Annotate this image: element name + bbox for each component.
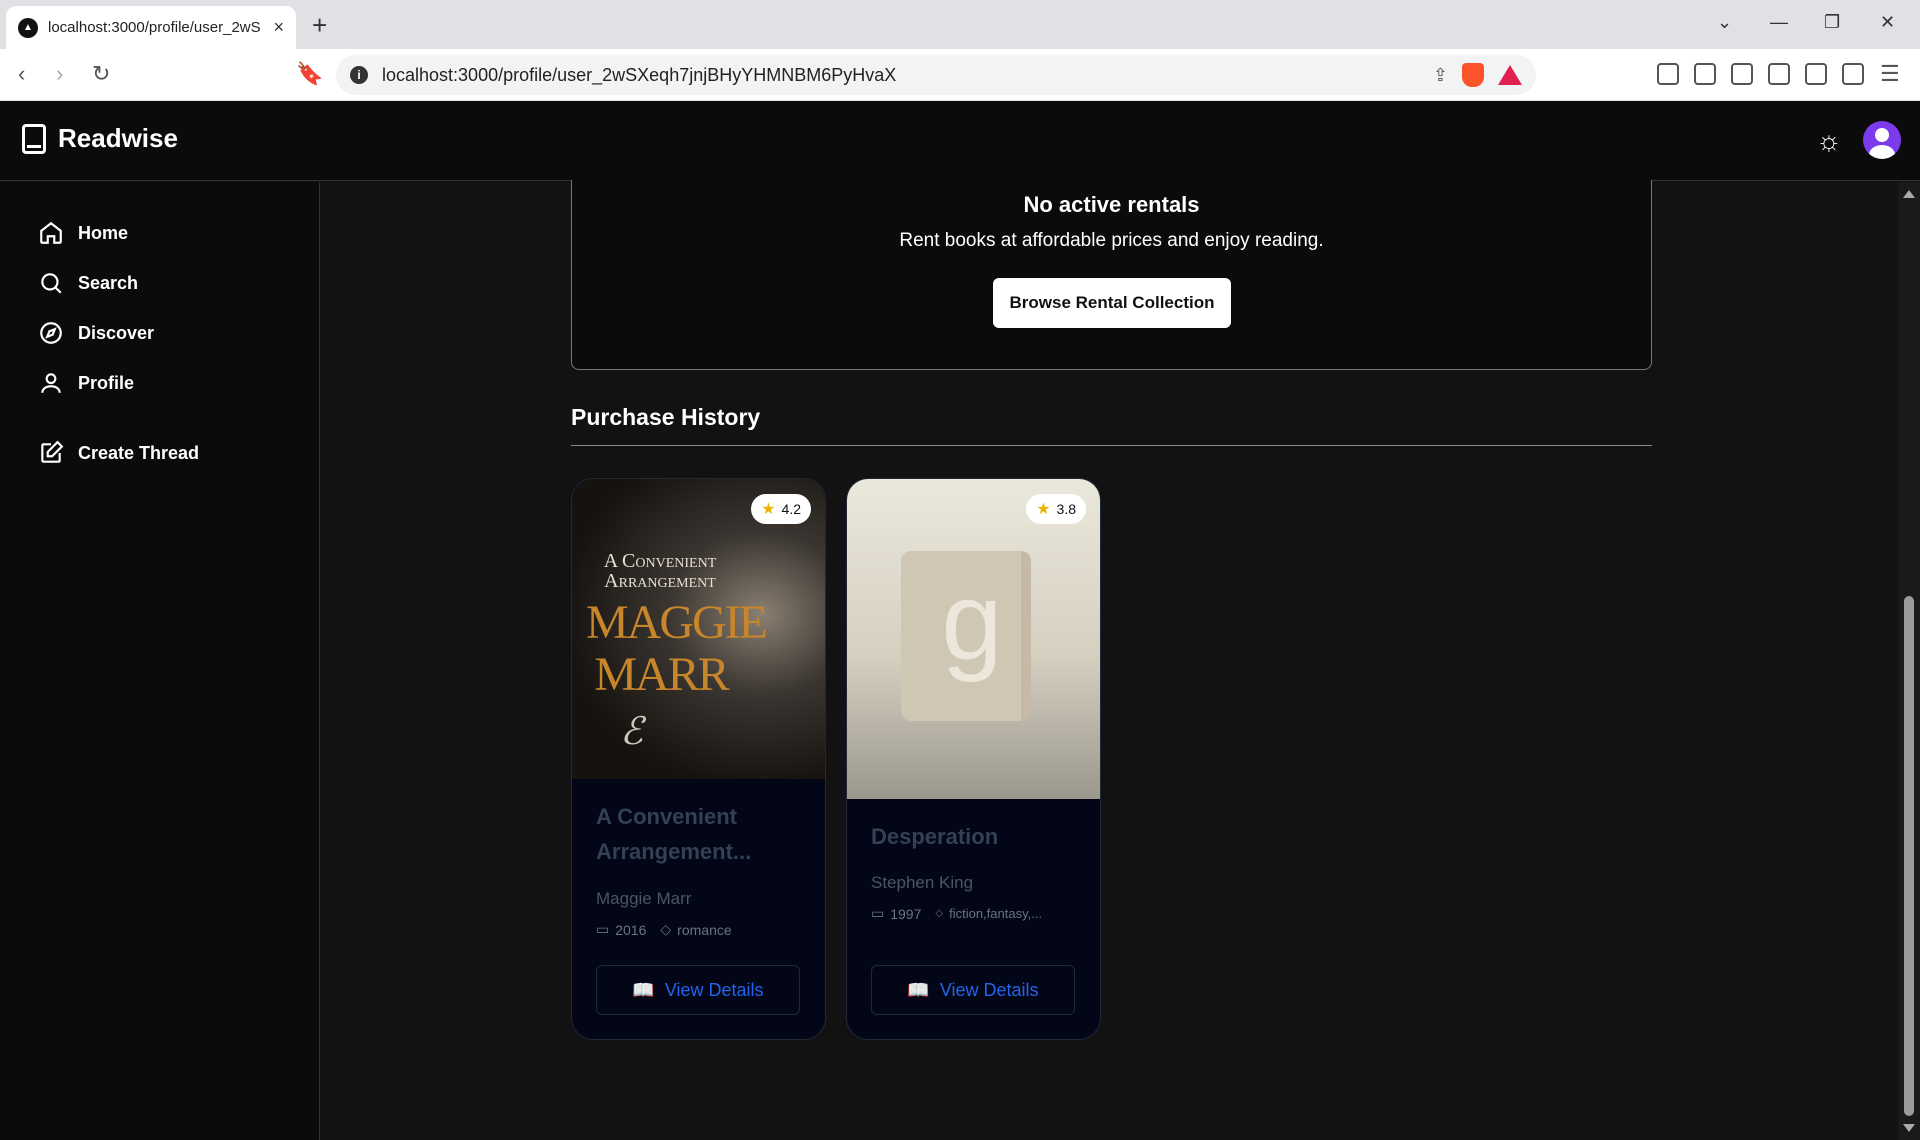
book-open-icon: 📖 (907, 979, 930, 1000)
star-icon: ★ (761, 501, 776, 518)
brave-shields-icon[interactable] (1462, 63, 1484, 87)
sidebar-toggle-icon[interactable] (1731, 63, 1753, 85)
compass-icon (40, 322, 62, 344)
tag-icon: ◇ (660, 921, 672, 937)
url-path: :3000/profile/user_2wSXeqh7jnjBHyYHMNBM6… (453, 64, 897, 85)
avatar-body (1869, 145, 1895, 159)
scroll-thumb[interactable] (1904, 596, 1914, 1116)
rentals-empty-title: No active rentals (1023, 192, 1200, 217)
book-title: Desperation (871, 824, 999, 849)
url-text[interactable]: localhost:3000/profile/user_2wSXeqh7jnjB… (382, 65, 1419, 86)
reload-icon[interactable]: ↻ (92, 61, 110, 87)
rating-value: 3.8 (1056, 501, 1076, 517)
browser-tab[interactable]: ▲ localhost:3000/profile/user_2wS × (6, 6, 296, 49)
browser-toolbar: ‹ › ↻ 🔖 i localhost:3000/profile/user_2w… (0, 49, 1920, 101)
tab-title: localhost:3000/profile/user_2wS (48, 19, 261, 36)
book-card[interactable]: A Convenient Arrangement MAGGIE MARR ℰ ★… (571, 478, 826, 1040)
view-details-button[interactable]: 📖 View Details (871, 965, 1075, 1015)
sidebar-item-search[interactable]: Search (38, 270, 138, 296)
book-cover-image[interactable]: A Convenient Arrangement MAGGIE MARR ℰ (572, 479, 825, 779)
main-content: No active rentals Rent books at affordab… (321, 180, 1898, 1140)
edit-icon (41, 440, 64, 463)
book-year: 2016 (615, 921, 647, 938)
cover-text-title: A Convenient Arrangement (603, 550, 717, 592)
url-host: localhost (382, 64, 454, 85)
sidebar-item-label: Create Thread (78, 442, 200, 463)
book-title: A Convenient Arrangement... (596, 804, 752, 864)
rating-value: 4.2 (781, 501, 801, 517)
page-scrollbar[interactable] (1898, 182, 1920, 1140)
scroll-up-icon[interactable] (1903, 190, 1915, 198)
share-icon[interactable]: ⇪ (1433, 65, 1448, 86)
vpn-icon[interactable] (1842, 63, 1864, 85)
cover-text-author: MAGGIE MARR (586, 596, 768, 701)
wallet-icon[interactable] (1768, 63, 1790, 85)
avatar-head (1875, 128, 1889, 142)
scroll-down-icon[interactable] (1903, 1124, 1915, 1132)
address-bar[interactable]: i localhost:3000/profile/user_2wSXeqh7jn… (336, 55, 1536, 95)
star-icon: ★ (1036, 501, 1051, 518)
sidebar-item-create-thread[interactable]: Create Thread (38, 440, 199, 466)
view-details-label: View Details (939, 979, 1039, 1000)
search-icon (41, 273, 62, 294)
publisher-logo: ℰ (620, 711, 644, 753)
view-details-button[interactable]: 📖 View Details (596, 965, 800, 1015)
menu-icon[interactable]: ☰ (1880, 61, 1900, 87)
sidebar-item-label: Discover (78, 322, 155, 343)
favicon-icon: ▲ (18, 17, 38, 38)
purchase-history-title: Purchase History (571, 404, 761, 430)
book-author: Stephen King (871, 873, 974, 892)
view-details-label: View Details (664, 979, 764, 1000)
calendar-icon: ▭ (871, 905, 885, 921)
user-icon (41, 373, 61, 393)
rentals-empty-subtitle: Rent books at affordable prices and enjo… (899, 230, 1324, 251)
book-tags: fiction,fantasy,... (949, 906, 1043, 921)
brave-rewards-icon[interactable] (1498, 65, 1522, 85)
book-icon (22, 123, 46, 154)
window-close-icon[interactable]: ✕ (1880, 12, 1895, 33)
book-tags: romance (677, 921, 732, 938)
sun-icon[interactable]: ☼ (1816, 125, 1842, 157)
app-header: Readwise ☼ (0, 101, 1920, 181)
book-meta: ▭ 1997 ◇ fiction,fantasy,... (871, 905, 1042, 922)
sidebar-item-home[interactable]: Home (38, 220, 128, 246)
home-icon (40, 221, 62, 244)
book-author: Maggie Marr (596, 889, 692, 908)
minimize-icon[interactable]: — (1770, 12, 1788, 33)
download-icon[interactable] (1657, 63, 1679, 85)
bookmark-icon[interactable]: 🔖 (296, 61, 323, 87)
sidebar-item-label: Home (78, 222, 129, 243)
browse-rental-collection-button[interactable]: Browse Rental Collection (993, 278, 1231, 328)
sidebar: Home Search Discover Profile Create Thre… (0, 182, 320, 1140)
sidebar-item-label: Profile (78, 372, 135, 393)
brand-name: Readwise (58, 123, 178, 153)
book-meta: ▭ 2016 ◇ romance (596, 921, 732, 938)
book-cover-placeholder[interactable]: g (847, 479, 1100, 799)
section-divider (571, 445, 1652, 446)
rating-badge: ★ 4.2 (751, 494, 811, 524)
book-card[interactable]: g ★ 3.8 Desperation Stephen King ▭ 1997 … (846, 478, 1101, 1040)
restore-icon[interactable]: ❐ (1824, 12, 1840, 33)
brand-logo[interactable]: Readwise (22, 123, 178, 154)
sidebar-item-discover[interactable]: Discover (38, 320, 154, 346)
avatar[interactable] (1863, 121, 1901, 159)
forward-icon[interactable]: › (56, 61, 63, 87)
book-open-icon: 📖 (632, 979, 655, 1000)
browser-tab-bar: ▲ localhost:3000/profile/user_2wS × + ⌄ … (0, 0, 1920, 49)
active-rentals-panel: No active rentals Rent books at affordab… (571, 180, 1652, 370)
sidebar-item-profile[interactable]: Profile (38, 370, 134, 396)
new-tab-button[interactable]: + (312, 10, 327, 41)
extensions-icon[interactable] (1694, 63, 1716, 85)
leo-ai-icon[interactable] (1805, 63, 1827, 85)
tab-close-icon[interactable]: × (273, 17, 284, 38)
site-info-icon[interactable]: i (350, 66, 368, 84)
placeholder-letter: g (941, 560, 1003, 683)
tab-search-icon[interactable]: ⌄ (1717, 12, 1732, 33)
book-year: 1997 (890, 905, 922, 922)
back-icon[interactable]: ‹ (18, 61, 25, 87)
rating-badge: ★ 3.8 (1026, 494, 1086, 524)
tag-icon: ◇ (935, 908, 944, 919)
sidebar-item-label: Search (78, 272, 139, 293)
calendar-icon: ▭ (596, 921, 610, 937)
